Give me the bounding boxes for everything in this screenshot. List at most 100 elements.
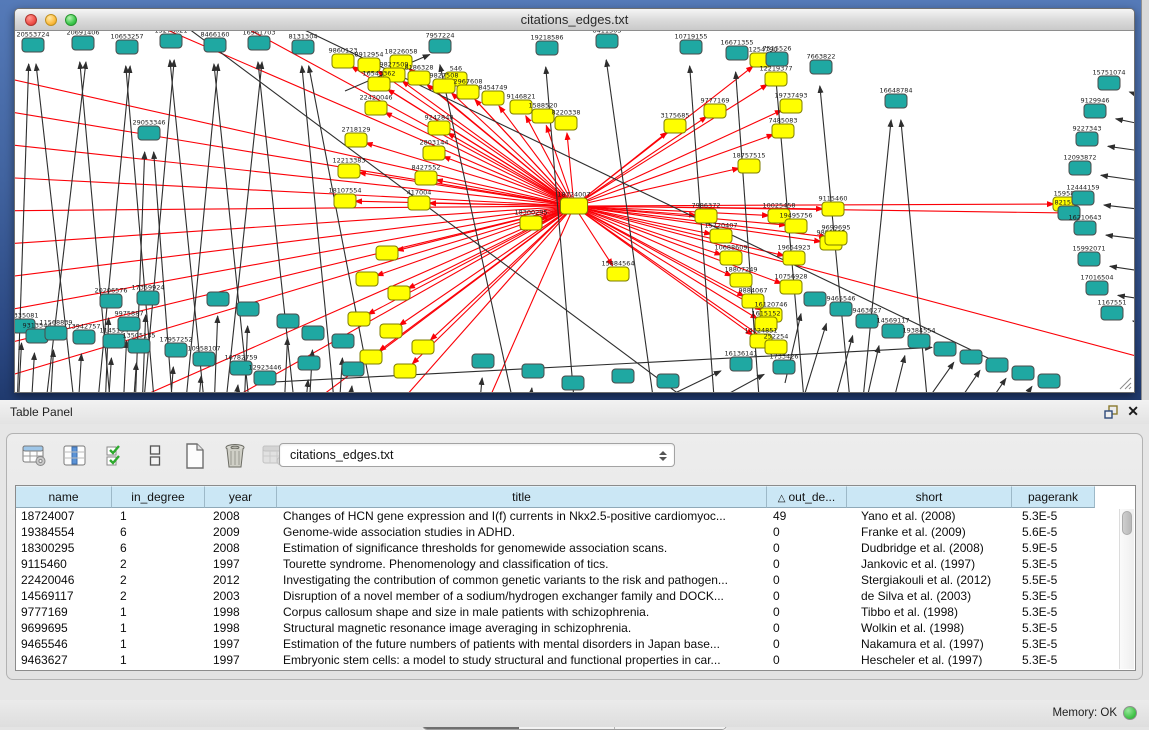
graph-node[interactable]: 12213383 [332,157,365,179]
graph-node[interactable] [360,350,382,364]
graph-node[interactable] [986,358,1008,372]
table-row[interactable]: 946554611997Estimation of the future num… [16,636,1119,652]
graph-node[interactable]: 8466160 [201,31,230,52]
graph-node[interactable]: 15992071 [1072,245,1105,267]
graph-node[interactable] [376,246,398,260]
table-row[interactable]: 1456911722003Disruption of a novel membe… [16,588,1119,604]
graph-node[interactable] [412,340,434,354]
table-row[interactable]: 1938455462009Genome-wide association stu… [16,524,1119,540]
graph-node[interactable]: 10719155 [674,33,707,55]
table-scrollbar[interactable] [1119,509,1134,669]
graph-node[interactable]: 18724007 [557,191,590,215]
graph-node[interactable] [1012,366,1034,380]
table-row[interactable]: 969969511998Structural magnetic resonanc… [16,620,1119,636]
graph-node[interactable]: 8427552 [412,164,441,186]
column-header-year[interactable]: year [205,486,277,508]
select-columns-icon[interactable] [101,443,128,469]
graph-node[interactable]: 7957224 [426,32,455,54]
graph-node[interactable]: 18807249 [724,266,757,288]
table-settings-icon[interactable] [21,443,48,469]
graph-node[interactable] [277,314,299,328]
graph-node[interactable] [612,369,634,383]
graph-node[interactable]: 16648784 [879,87,912,109]
table-scrollbar-thumb[interactable] [1122,511,1132,535]
graph-node[interactable]: 15884564 [601,260,634,282]
graph-node[interactable]: 15720407 [704,222,737,244]
graph-node[interactable]: 20553724 [16,31,49,52]
delete-column-icon[interactable] [221,443,248,469]
graph-node[interactable]: 252254 [764,333,789,355]
graph-node[interactable] [394,364,416,378]
graph-node[interactable]: 9699695 [822,224,851,246]
graph-node[interactable]: 9129946 [1081,97,1110,119]
citation-network-graph[interactable]: 1872400798601238912954182260589827509818… [15,31,1134,392]
graph-node[interactable] [388,286,410,300]
column-header-name[interactable]: name [16,486,112,508]
graph-node[interactable] [348,312,370,326]
graph-node[interactable] [657,374,679,388]
graph-node[interactable]: 2718129 [342,126,371,148]
graph-node[interactable]: 16210643 [1068,214,1101,236]
graph-node[interactable]: 17016504 [1080,274,1113,296]
graph-node[interactable]: 1733426 [770,353,799,375]
table-row[interactable]: 1872400712008Changes of HCN gene express… [16,508,1119,524]
graph-node[interactable] [562,376,584,390]
graph-node[interactable]: 16961703 [242,31,275,50]
graph-node[interactable]: 19384554 [902,327,935,349]
new-document-icon[interactable] [181,443,208,469]
column-header-in_degree[interactable]: in_degree [112,486,205,508]
graph-node[interactable]: 15276021 [154,31,187,48]
graph-node[interactable] [804,292,826,306]
graph-node[interactable] [302,326,324,340]
graph-node[interactable]: 19218586 [530,34,563,56]
graph-node[interactable]: 7663822 [807,53,836,75]
graph-node[interactable]: 8411305 [593,31,622,48]
window-resize-grip[interactable] [1119,377,1132,390]
graph-node[interactable]: 9777169 [701,97,730,119]
network-canvas[interactable]: 1872400798601238912954182260589827509818… [15,31,1134,392]
graph-node[interactable]: 9975887 [115,310,144,332]
graph-node[interactable]: 15751074 [1092,69,1125,91]
graph-node[interactable] [207,292,229,306]
graph-node[interactable] [472,354,494,368]
row-height-icon[interactable] [141,443,168,469]
graph-node[interactable]: 9860123 [329,47,358,69]
graph-node[interactable]: 10653257 [110,33,143,55]
close-panel-icon[interactable]: ✕ [1127,403,1139,419]
graph-node[interactable]: 9115460 [819,195,848,217]
graph-node[interactable]: 7986372 [692,202,721,224]
graph-node[interactable]: 16136141 [724,350,757,372]
graph-node[interactable] [298,356,320,370]
table-row[interactable]: 2242004622012Investigating the contribut… [16,572,1119,588]
graph-node[interactable]: 3175685 [661,112,690,134]
graph-node[interactable]: 20206576 [94,287,127,309]
table-row[interactable]: 1830029562008Estimation of significance … [16,540,1119,556]
network-window-titlebar[interactable]: citations_edges.txt [15,9,1134,31]
graph-node[interactable]: 2803144 [420,139,449,161]
graph-node[interactable]: 8131304 [289,33,318,55]
graph-node[interactable]: 19737493 [774,92,807,114]
column-header-pagerank[interactable]: pagerank [1012,486,1095,508]
table-row[interactable]: 946362711997Embryonic stem cells: a mode… [16,652,1119,668]
float-panel-icon[interactable] [1104,405,1119,419]
graph-node[interactable] [237,302,259,316]
show-columns-icon[interactable] [61,443,88,469]
graph-node[interactable]: 13942757 [67,323,100,345]
column-header-out_degree[interactable]: △out_de... [767,486,847,508]
graph-node[interactable]: 9465546 [827,295,856,317]
graph-node[interactable]: 17359924 [131,284,164,306]
graph-node[interactable]: 7515526 [763,45,792,67]
column-header-title[interactable]: title [277,486,767,508]
table-panel-titlebar[interactable]: Table Panel ✕ [0,400,1149,424]
graph-node[interactable]: 12219377 [759,65,792,87]
graph-node[interactable] [332,334,354,348]
graph-node[interactable]: 417004 [407,189,432,211]
graph-node[interactable] [960,350,982,364]
table-row[interactable]: 977716911998Corpus callosum shape and si… [16,604,1119,620]
graph-node[interactable]: 9227343 [1073,125,1102,147]
graph-node[interactable]: 9242848 [425,114,454,136]
graph-node[interactable]: 8454749 [479,84,508,106]
table-row[interactable]: 911546021997Tourette syndrome. Phenomeno… [16,556,1119,572]
memory-status-indicator[interactable] [1123,706,1137,720]
graph-node[interactable] [1038,374,1060,388]
